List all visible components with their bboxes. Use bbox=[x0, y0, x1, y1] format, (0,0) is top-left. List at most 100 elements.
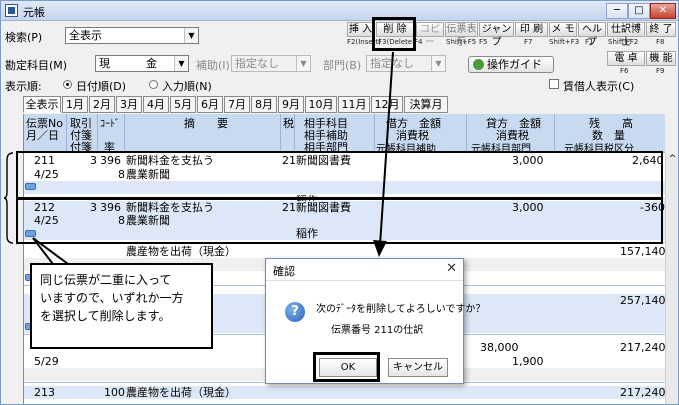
title-bar: 元帳 ─ □ ✕ bbox=[1, 1, 678, 21]
memo-key-hint: Shift+F3 bbox=[549, 38, 580, 46]
help-button[interactable]: ヘルプ bbox=[578, 22, 606, 48]
col-code: ｺｰﾄﾞ bbox=[100, 119, 120, 130]
maximize-button[interactable]: □ bbox=[628, 3, 650, 19]
search-label: 検索(P) bbox=[5, 31, 43, 44]
copy-button[interactable]: コピー bbox=[416, 22, 444, 48]
col-divider bbox=[466, 114, 467, 153]
tab-may[interactable]: 5月 bbox=[170, 96, 196, 113]
memo-button[interactable]: メ モ bbox=[549, 22, 577, 37]
col-divider bbox=[294, 114, 295, 153]
sub-account-label: 補助(I) bbox=[196, 59, 230, 72]
department-value: 指定なし bbox=[370, 57, 414, 70]
tab-feb[interactable]: 2月 bbox=[89, 96, 115, 113]
department-select[interactable]: 指定なし ▼ bbox=[366, 55, 446, 72]
tab-aug[interactable]: 8月 bbox=[251, 96, 277, 113]
balance: 217,240 bbox=[620, 341, 665, 354]
account-value-2: 金 bbox=[146, 57, 157, 70]
chevron-down-icon: ▼ bbox=[174, 56, 188, 71]
department-label: 部門(B) bbox=[323, 59, 362, 72]
vertical-scrollbar[interactable]: ^ bbox=[665, 154, 678, 404]
callout-line-2: いますので、いずれか一方 bbox=[40, 291, 184, 305]
tab-jun[interactable]: 6月 bbox=[197, 96, 223, 113]
search-select-value: 全表示 bbox=[69, 29, 102, 42]
tab-nov[interactable]: 11月 bbox=[338, 96, 370, 113]
input-order-radio[interactable] bbox=[149, 80, 158, 89]
date-order-radio[interactable] bbox=[63, 80, 72, 89]
chevron-down-icon: ▼ bbox=[431, 56, 445, 71]
show-slip-key-hint: Shift+F5 bbox=[446, 38, 477, 46]
window-title: 元帳 bbox=[23, 6, 45, 19]
minimize-button[interactable]: ─ bbox=[606, 3, 628, 19]
sub-account-value: 指定なし bbox=[235, 57, 279, 70]
credit-amount: 1,900 bbox=[512, 355, 544, 368]
table-row[interactable]: 213 100 農産物を出荷（現金） 217,240 bbox=[24, 386, 665, 399]
debit-amount: 38,000 bbox=[480, 341, 519, 354]
entry-211-highlight bbox=[16, 151, 663, 199]
close-button[interactable]: ✕ bbox=[650, 3, 676, 19]
question-icon: ? bbox=[285, 302, 305, 322]
tab-closing-month[interactable]: 決算月 bbox=[404, 96, 448, 113]
search-select[interactable]: 全表示 ▼ bbox=[65, 27, 199, 44]
balance: 257,140 bbox=[620, 294, 665, 307]
col-divider bbox=[280, 114, 281, 153]
guide-icon bbox=[473, 59, 484, 70]
dialog-message: 次のﾃﾞｰﾀを削除してよろしいですか？ bbox=[316, 304, 486, 315]
tab-oct[interactable]: 10月 bbox=[305, 96, 337, 113]
sub-account-select[interactable]: 指定なし ▼ bbox=[231, 55, 311, 72]
slip-no: 213 bbox=[34, 386, 55, 399]
tab-mar[interactable]: 3月 bbox=[116, 96, 142, 113]
insert-button[interactable]: 挿 入 bbox=[347, 22, 374, 37]
cancel-button[interactable]: キャンセル bbox=[388, 358, 448, 377]
dialog-detail: 伝票番号 211の仕訳 bbox=[331, 325, 424, 336]
col-divider bbox=[374, 114, 375, 153]
tab-all[interactable]: 全表示 bbox=[23, 96, 61, 113]
print-key-hint: F7 bbox=[524, 38, 533, 46]
tab-jul[interactable]: 7月 bbox=[224, 96, 250, 113]
exit-button[interactable]: 終 了 bbox=[646, 22, 676, 37]
description: 農産物を出荷（現金） bbox=[126, 386, 236, 399]
tab-sep[interactable]: 9月 bbox=[278, 96, 304, 113]
tab-apr[interactable]: 4月 bbox=[143, 96, 169, 113]
callout-line-3: を選択して削除します。 bbox=[40, 309, 171, 323]
calculator-button[interactable]: 電 卓 bbox=[607, 51, 645, 66]
account-select[interactable]: 現 金 ▼ bbox=[95, 55, 189, 72]
scroll-up-icon[interactable]: ^ bbox=[669, 154, 677, 164]
journal-doctor-button[interactable]: 仕訳博士 bbox=[607, 22, 645, 48]
table-row[interactable]: 農産物を出荷（現金） 157,140 bbox=[24, 245, 665, 258]
col-divider bbox=[554, 114, 555, 153]
exit-key-hint: F8 bbox=[656, 38, 665, 46]
balance: 157,140 bbox=[620, 245, 665, 258]
date: 5/29 bbox=[34, 355, 59, 368]
chevron-down-icon: ▼ bbox=[296, 56, 310, 71]
calculator-key-hint: F6 bbox=[620, 67, 629, 75]
balance: 217,240 bbox=[620, 386, 665, 399]
chevron-down-icon: ▼ bbox=[184, 28, 198, 43]
col-tax: 税 bbox=[283, 117, 294, 130]
dialog-title-bar: 確認 ✕ bbox=[266, 259, 463, 281]
dialog-close-icon[interactable]: ✕ bbox=[446, 261, 457, 276]
input-order-label: 入力順(N) bbox=[162, 80, 212, 93]
col-divider bbox=[124, 114, 125, 153]
grid-header: 伝票No 月／日 取引 付箋 付箋 ｺｰﾄﾞ 率 摘 要 税 相手科目 相手補助… bbox=[24, 114, 665, 155]
col-divider bbox=[97, 114, 98, 153]
account-label: 勘定科目(M) bbox=[5, 59, 68, 72]
show-slip-button[interactable]: 伝票表示 bbox=[445, 22, 478, 48]
tab-jan[interactable]: 1月 bbox=[62, 96, 88, 113]
bracket-icon bbox=[4, 152, 14, 244]
display-order-label: 表示順: bbox=[5, 80, 42, 93]
functions-key-hint: F9 bbox=[656, 67, 665, 75]
operation-guide-button[interactable]: 操作ガイド bbox=[468, 56, 554, 73]
print-button[interactable]: 印 刷 bbox=[515, 22, 548, 37]
app-icon bbox=[5, 4, 18, 17]
functions-button[interactable]: 機 能 bbox=[646, 51, 676, 66]
ok-button-highlight bbox=[313, 352, 380, 382]
tenant-display-checkbox[interactable] bbox=[549, 79, 559, 89]
jump-button[interactable]: ジャンプ bbox=[479, 22, 514, 48]
tenant-display-label: 賃借人表示(C) bbox=[563, 80, 635, 93]
tab-dec[interactable]: 12月 bbox=[371, 96, 403, 113]
jump-key-hint: F5 bbox=[479, 38, 488, 46]
date-order-label: 日付順(D) bbox=[76, 80, 127, 93]
entry-212-highlight bbox=[16, 198, 663, 244]
operation-guide-label: 操作ガイド bbox=[487, 58, 542, 71]
code: 100 bbox=[104, 386, 125, 399]
